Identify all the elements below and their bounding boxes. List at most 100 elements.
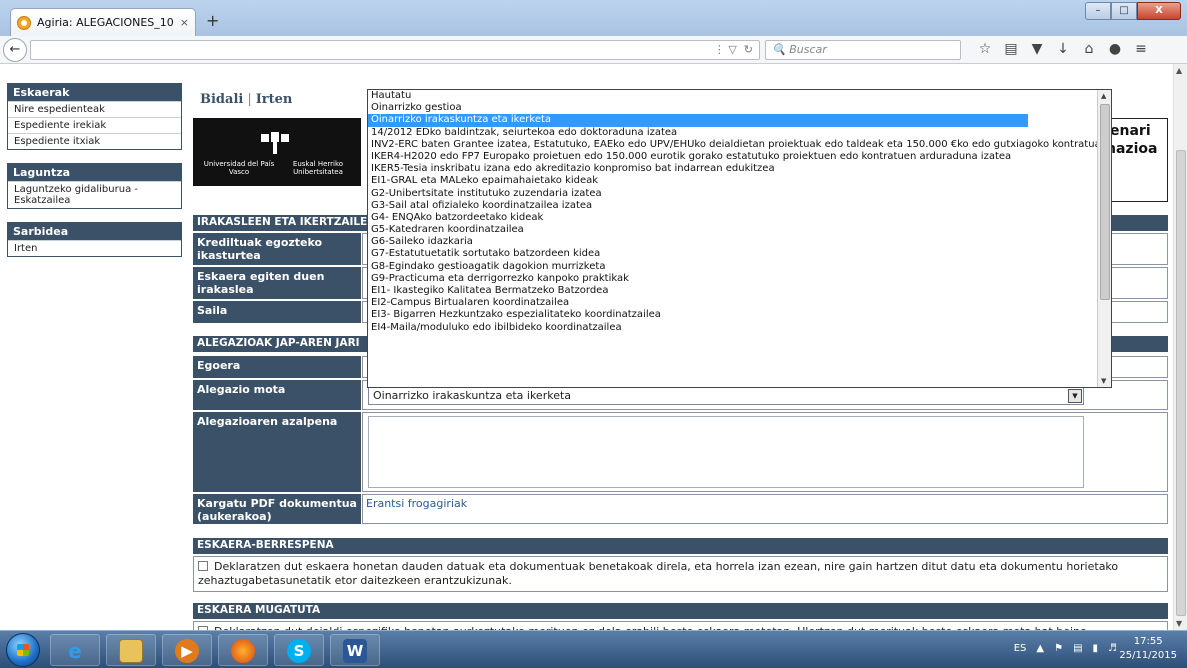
back-button[interactable]: ← (3, 38, 27, 62)
browser-tab[interactable]: Agiria: ALEGACIONES_10 - ... × (10, 8, 196, 36)
pocket-icon[interactable]: ▼ (1024, 41, 1050, 57)
dropdown-option[interactable]: G9-Practicuma eta derrigorrezko kanpoko … (368, 273, 1111, 285)
dropdown-option[interactable]: IKER4-H2020 edo FP7 Europako proietuen e… (368, 151, 1111, 163)
minimize-button[interactable]: – (1085, 2, 1111, 20)
dropdown-option[interactable]: G2-Unibertsitate institutuko zuzendaria … (368, 188, 1111, 200)
page-scroll-thumb[interactable] (1176, 150, 1186, 616)
header-title-line1: enari (1110, 123, 1151, 139)
dropdown-option[interactable]: G8-Egindako gestioagatik dagokion murriz… (368, 261, 1111, 273)
site-favicon-icon (17, 15, 31, 30)
alegation-type-select[interactable]: Oinarrizko irakaskuntza eta ikerketa ▼ (368, 387, 1084, 405)
scroll-up-icon[interactable]: ▲ (1176, 66, 1182, 75)
scroll-down-icon[interactable]: ▼ (1176, 619, 1182, 628)
search-placeholder: Buscar (789, 43, 827, 56)
nav-separator: | (247, 92, 252, 107)
sidebar-group-title: Sarbidea (8, 223, 181, 240)
dropdown-option[interactable]: EI4-Maila/moduluko edo ibilbideko koordi… (368, 322, 1111, 334)
home-icon[interactable]: ⌂ (1076, 41, 1102, 57)
attach-proofs-link[interactable]: Erantsi frogagiriak (366, 497, 467, 510)
bookmarks-list-icon[interactable]: ▤ (998, 41, 1024, 57)
internet-explorer-icon: e (68, 639, 82, 663)
dropdown-options: Hautatu Oinarrizko gestioa Oinarrizko irak… (368, 90, 1111, 334)
taskbar-media[interactable]: ▶ (162, 634, 212, 666)
url-bar[interactable]: ⋮ ▽ ↻ (30, 40, 760, 60)
tab-close-icon[interactable]: × (180, 16, 189, 29)
dropdown-scroll-down-icon[interactable]: ▼ (1101, 377, 1106, 385)
search-input[interactable]: 🔍 Buscar (765, 40, 961, 60)
dropdown-scrollbar[interactable]: ▲ ▼ (1097, 90, 1111, 387)
folder-icon (119, 639, 143, 663)
dropdown-option[interactable]: G5-Katedraren koordinatzailea (368, 224, 1111, 236)
reload-icon[interactable]: ⋮ ▽ ↻ (714, 43, 753, 56)
taskbar-ie[interactable]: e (50, 634, 100, 666)
university-tree-icon (261, 132, 289, 154)
confirmation-row: Deklaratzen dut eskaera honetan dauden d… (193, 556, 1168, 592)
taskbar-firefox[interactable] (218, 634, 268, 666)
dropdown-option[interactable]: G4- ENQAko batzordeetako kideak (368, 212, 1111, 224)
bookmark-star-icon[interactable]: ☆ (972, 41, 998, 57)
dropdown-option[interactable]: EI1- Ikastegiko Kalitatea Bermatzeko Bat… (368, 285, 1111, 297)
windows-taskbar: e ▶ S W ES ▲ ⚑ ▤ ▮ ♬ 17:55 25/11/2015 (0, 630, 1187, 668)
sidebar-item-exit[interactable]: Irten (8, 240, 181, 256)
dropdown-option[interactable]: G3-Sail atal ofizialeko koordinatzailea … (368, 200, 1111, 212)
sidebar-item-open-files[interactable]: Espediente irekiak (8, 117, 181, 133)
clock-time: 17:55 (1133, 636, 1163, 647)
dropdown-option[interactable]: IKER5-Tesia inskribatu izana edo akredit… (368, 163, 1111, 175)
firefox-icon (231, 639, 255, 663)
sidebar-item-closed-files[interactable]: Espediente itxiak (8, 133, 181, 149)
confirmation-checkbox[interactable] (198, 561, 208, 571)
dropdown-option[interactable]: Oinarrizko gestioa (368, 102, 1111, 114)
top-nav: Bidali | Irten (200, 92, 292, 107)
new-tab-button[interactable]: + (206, 11, 219, 30)
network-icon[interactable]: ▤ (1073, 643, 1082, 654)
window-controls: – □ X (1085, 2, 1181, 20)
clock-date: 25/11/2015 (1119, 650, 1177, 661)
chevron-down-icon[interactable]: ▼ (1068, 389, 1082, 403)
window-titlebar: Agiria: ALEGACIONES_10 - ... × + – □ X (0, 0, 1187, 36)
dropdown-option[interactable]: Hautatu (368, 90, 1111, 102)
dropdown-option[interactable]: G6-Saileko idazkaria (368, 236, 1111, 248)
exit-link[interactable]: Irten (256, 92, 293, 107)
word-icon: W (343, 639, 367, 663)
sidebar-item-guide[interactable]: Laguntzeko gidaliburua - Eskatzailea (8, 181, 181, 208)
page-scrollbar[interactable]: ▲ ▼ (1173, 64, 1187, 630)
upload-pdf-label: Kargatu PDF dokumentua (aukerakoa) (193, 494, 361, 524)
dropdown-option[interactable]: G7-Estatutuetatik sortutako batzordeen k… (368, 248, 1111, 260)
sidebar-group-title: Eskaerak (8, 84, 181, 101)
send-link[interactable]: Bidali (200, 92, 243, 107)
upload-pdf-cell (362, 494, 1168, 524)
chat-icon[interactable]: ● (1102, 41, 1128, 57)
dropdown-option[interactable]: EI1-GRAL eta MALeko epaimahaietako kidea… (368, 175, 1111, 187)
alegation-type-selected: Oinarrizko irakaskuntza eta ikerketa (373, 389, 572, 402)
alegation-description-textarea[interactable] (368, 416, 1084, 488)
taskbar-explorer[interactable] (106, 634, 156, 666)
dropdown-option[interactable]: EI3- Bigarren Hezkuntzako espezialitatek… (368, 309, 1111, 321)
taskbar-clock[interactable]: 17:55 25/11/2015 (1119, 635, 1177, 663)
header-title-line2: nazioa (1106, 141, 1158, 157)
start-button[interactable] (6, 633, 40, 667)
dropdown-scroll-thumb[interactable] (1100, 104, 1110, 300)
download-icon[interactable]: ↓ (1050, 41, 1076, 57)
volume-icon[interactable]: ♬ (1108, 643, 1117, 654)
dropdown-scroll-up-icon[interactable]: ▲ (1101, 92, 1106, 100)
sidebar-group-access: Sarbidea Irten (7, 222, 182, 257)
dropdown-option[interactable]: INV2-ERC baten Grantee izatea, Estatutuk… (368, 139, 1111, 151)
alegation-type-dropdown-list[interactable]: Hautatu Oinarrizko gestioa Oinarrizko irak… (367, 89, 1112, 388)
sidebar-group-requests: Eskaerak Nire espedienteak Espediente ir… (7, 83, 182, 150)
taskbar-word[interactable]: W (330, 634, 380, 666)
dropdown-option[interactable]: EI2-Campus Birtualaren koordinatzailea (368, 297, 1111, 309)
tray-expand-icon[interactable]: ▲ (1036, 643, 1044, 654)
section-confirmation-header: ESKAERA-BERRESPENA (193, 538, 1168, 554)
dropdown-option[interactable]: Oinarrizko irakaskuntza eta ikerketa (368, 114, 1028, 127)
language-indicator[interactable]: ES (1014, 643, 1027, 654)
sidebar-item-my-files[interactable]: Nire espedienteak (8, 101, 181, 117)
dropdown-option[interactable]: 14/2012 EDko baldintzak, seiurtekoa edo … (368, 127, 1111, 139)
flag-icon[interactable]: ⚑ (1054, 643, 1063, 654)
logo-text-eu: Euskal Herriko Unibertsitatea (292, 160, 344, 176)
credits-year-label: Krediltuak egozteko ikasturtea (193, 233, 361, 265)
signal-icon[interactable]: ▮ (1093, 643, 1099, 654)
menu-icon[interactable]: ≡ (1128, 41, 1154, 57)
close-window-button[interactable]: X (1137, 2, 1181, 20)
taskbar-skype[interactable]: S (274, 634, 324, 666)
maximize-button[interactable]: □ (1111, 2, 1137, 20)
